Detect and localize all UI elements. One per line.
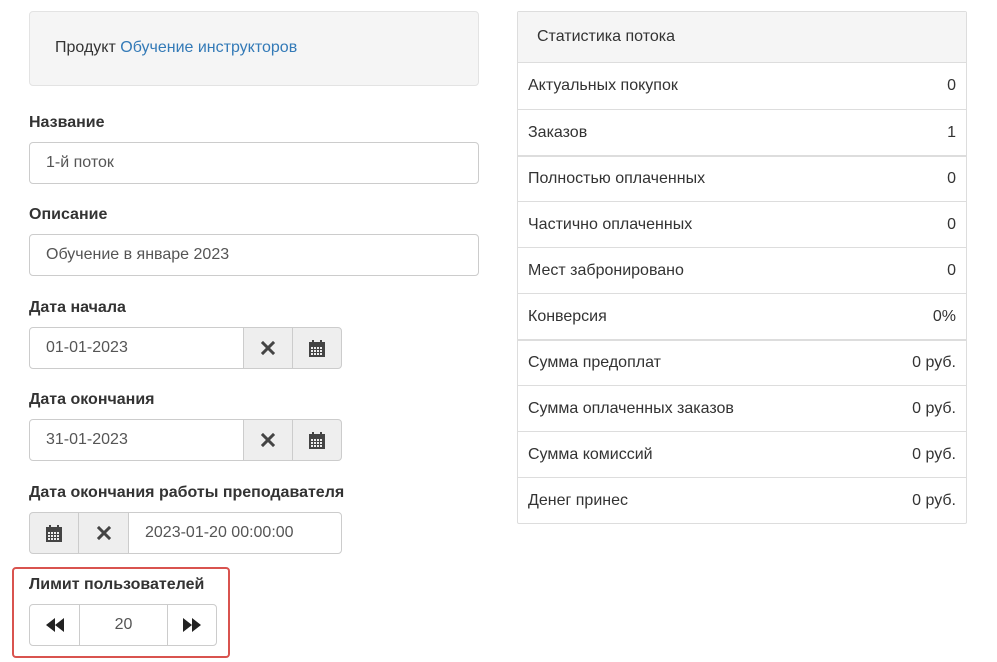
stats-row-value: 0 (947, 77, 956, 94)
stats-row-value: 0 руб. (912, 491, 956, 509)
name-label: Название (29, 114, 105, 131)
user-limit-label: Лимит пользователей (29, 576, 205, 593)
stats-row-value: 1 (947, 123, 956, 141)
stats-row-value: 0 руб. (912, 445, 956, 463)
stats-row-value: 0 (947, 170, 956, 187)
stats-row-label: Частично оплаченных (528, 215, 693, 233)
calendar-icon (309, 339, 325, 357)
stats-row: Полностью оплаченных 0 (518, 155, 966, 201)
user-limit-decrement-button[interactable] (29, 604, 80, 646)
stats-row: Актуальных покупок 0 (518, 63, 966, 109)
teacher-end-clear-button[interactable] (78, 512, 129, 554)
product-panel: Продукт Обучение инструкторов (29, 11, 479, 86)
stats-row: Сумма комиссий 0 руб. (518, 431, 966, 477)
user-limit-increment-button[interactable] (167, 604, 217, 646)
end-date-calendar-button[interactable] (292, 419, 342, 461)
close-icon (261, 433, 275, 447)
stats-row-label: Мест забронировано (528, 261, 684, 279)
stats-row: Конверсия 0% (518, 293, 966, 339)
stats-row-value: 0 руб. (912, 399, 956, 417)
product-label: Продукт (55, 39, 116, 56)
stats-row-label: Актуальных покупок (528, 77, 678, 94)
stats-row: Сумма предоплат 0 руб. (518, 339, 966, 385)
start-date-input[interactable]: 01-01-2023 (29, 327, 244, 369)
stats-row: Заказов 1 (518, 109, 966, 155)
start-date-label: Дата начала (29, 299, 126, 316)
end-date-input[interactable]: 31-01-2023 (29, 419, 244, 461)
end-date-label: Дата окончания (29, 391, 155, 408)
stats-row-value: 0 руб. (912, 354, 956, 371)
stats-row: Денег принес 0 руб. (518, 477, 966, 523)
close-icon (96, 526, 111, 540)
stats-row-label: Конверсия (528, 307, 607, 325)
start-date-calendar-button[interactable] (292, 327, 342, 369)
close-icon (261, 341, 275, 355)
teacher-end-label: Дата окончания работы преподавателя (29, 484, 345, 501)
stats-row-label: Сумма оплаченных заказов (528, 399, 734, 417)
stats-row-label: Денег принес (528, 491, 628, 509)
teacher-end-input[interactable]: 2023-01-20 00:00:00 (128, 512, 342, 554)
stats-row-value: 0 (947, 215, 956, 233)
product-link[interactable]: Обучение инструкторов (120, 39, 297, 56)
description-input[interactable]: Обучение в январе 2023 (29, 234, 479, 276)
stats-title: Статистика потока (518, 12, 966, 63)
stats-row-value: 0% (932, 307, 956, 325)
user-limit-input[interactable]: 20 (79, 604, 168, 646)
calendar-icon (46, 524, 62, 542)
stats-panel: Статистика потока Актуальных покупок 0 За… (517, 11, 967, 524)
name-input[interactable]: 1-й поток (29, 142, 479, 184)
fast-forward-icon (183, 618, 201, 632)
stats-row-label: Сумма комиссий (528, 445, 653, 463)
teacher-end-calendar-button[interactable] (29, 512, 79, 554)
stats-row-value: 0 (947, 261, 956, 279)
stats-row: Частично оплаченных 0 (518, 201, 966, 247)
fast-backward-icon (45, 618, 64, 632)
stats-row: Сумма оплаченных заказов 0 руб. (518, 385, 966, 431)
stats-row-label: Заказов (528, 123, 588, 141)
start-date-clear-button[interactable] (243, 327, 293, 369)
stats-row: Мест забронировано 0 (518, 247, 966, 293)
stats-row-label: Полностью оплаченных (528, 170, 706, 187)
description-label: Описание (29, 206, 108, 223)
calendar-icon (309, 431, 325, 449)
stats-row-label: Сумма предоплат (528, 354, 661, 371)
end-date-clear-button[interactable] (243, 419, 293, 461)
